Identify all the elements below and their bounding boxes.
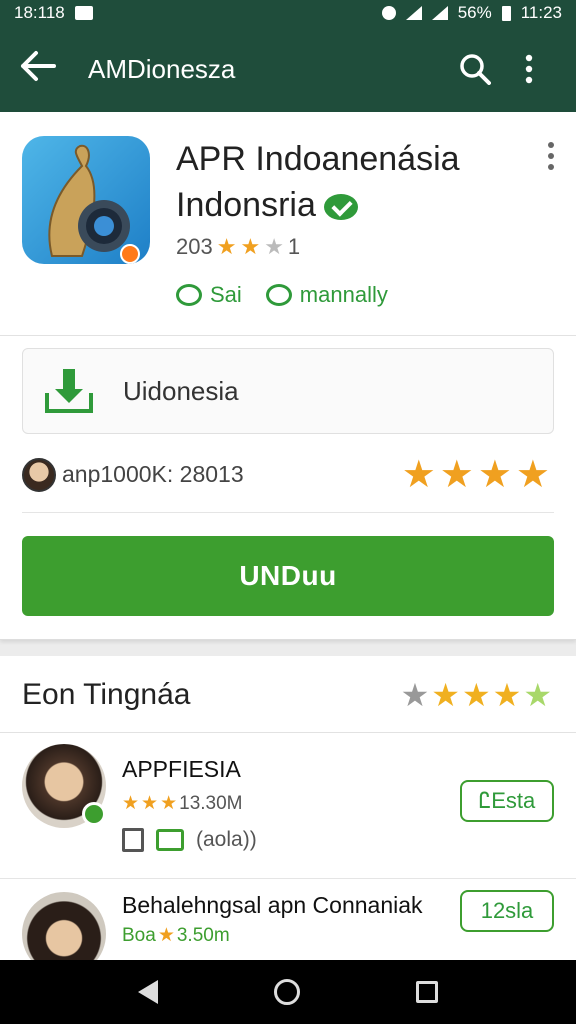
star-icon: ★ <box>240 234 261 259</box>
download-icon <box>45 369 93 413</box>
chip-label: mannally <box>299 282 388 307</box>
app-name: APR Indoanenásia Indonsria <box>176 136 516 228</box>
system-nav-bar <box>0 960 576 1024</box>
chat-bubble-icon <box>176 284 202 306</box>
item-meta-prefix: Boa <box>122 924 156 946</box>
rating-stars: ★★★★ <box>401 454 554 496</box>
item-icons: (aola)) <box>122 828 257 852</box>
star-icon: ★ <box>122 793 140 814</box>
item-action-button[interactable]: ᏝEsta <box>460 780 554 822</box>
verified-badge-icon <box>323 194 358 221</box>
app-bar: AMDionesza <box>0 26 576 112</box>
item-meta: ★ ★ ★ 13.30M <box>122 792 243 815</box>
nav-recents-icon[interactable] <box>416 981 438 1003</box>
divider <box>0 335 576 336</box>
status-time-left: 18:118 <box>14 3 65 22</box>
star-icon: ★ <box>400 677 432 713</box>
meta-row: anp1000K: 28013 ★★★★ <box>22 452 554 497</box>
star-icon: ★ <box>264 234 284 259</box>
nav-home-icon[interactable] <box>274 979 300 1005</box>
star-icon: ★ <box>492 677 524 713</box>
chat-bubble-icon <box>265 284 292 306</box>
app-name-line1: APR Indoanenásia <box>176 140 460 178</box>
app-detail-card: APR Indoanenásia Indonsria 203 ★ ★ ★ 1 S… <box>0 112 576 640</box>
chip-mannally[interactable]: mannally <box>265 282 388 308</box>
section-stars: ★★★★★ <box>401 676 554 714</box>
star-icon: ★ <box>160 793 178 814</box>
rating-row: 203 ★ ★ ★ 1 <box>176 234 300 260</box>
app-name-line2: Indonsria <box>176 186 316 224</box>
arrow-left-icon[interactable] <box>20 50 70 88</box>
divider <box>0 732 576 733</box>
star-icon: ★ <box>157 925 175 946</box>
document-icon <box>122 828 144 852</box>
status-bar: 18:118 56% 11:23 <box>0 0 576 26</box>
more-vert-icon[interactable] <box>502 54 556 84</box>
related-section: Eon Tingnáa ★★★★★ APPFIESIA ★ ★ ★ 13.30M (… <box>0 656 576 976</box>
rating-tail: 1 <box>287 234 301 259</box>
star-icon: ★ <box>461 677 493 713</box>
item-extra: (aola)) <box>196 828 257 851</box>
item-name: APPFIESIA <box>122 756 241 782</box>
card-icon <box>156 829 184 851</box>
chips-row: Sai mannally <box>176 282 388 308</box>
app-icon <box>22 136 150 264</box>
item-meta: Boa ★ 3.50m <box>122 924 230 947</box>
star-icon: ★ <box>141 793 159 814</box>
chip-label: Sai <box>210 282 242 307</box>
notification-icon <box>74 6 93 20</box>
alarm-icon <box>381 6 396 20</box>
signal-icon <box>431 6 448 20</box>
divider <box>0 878 576 879</box>
battery-icon <box>501 5 511 21</box>
item-action-button[interactable]: 12sla <box>460 890 554 932</box>
star-icon: ★ <box>216 234 237 259</box>
app-name-line2-row: Indonsria <box>176 182 516 228</box>
card-more-icon[interactable] <box>548 142 554 170</box>
install-button[interactable]: UNDuu <box>22 536 554 616</box>
wifi-icon <box>405 6 422 20</box>
status-time-right: 11:23 <box>520 3 562 22</box>
downloads-text: anp1000K: 28013 <box>62 461 244 487</box>
item-size: 3.50m <box>176 924 230 946</box>
chip-sai[interactable]: Sai <box>176 282 242 308</box>
list-item[interactable]: APPFIESIA ★ ★ ★ 13.30M (aola)) ᏝEsta <box>22 744 554 854</box>
star-icon: ★ <box>431 677 462 713</box>
search-icon[interactable] <box>448 53 502 85</box>
rating-count: 203 <box>176 234 213 259</box>
item-name: Behalehngsal apn Connaniak <box>122 892 423 918</box>
divider <box>22 512 554 513</box>
avatar <box>22 457 56 492</box>
section-title: Eon Tingnáa <box>22 678 191 711</box>
download-label: Uidonesia <box>123 375 239 406</box>
nav-back-icon[interactable] <box>138 980 158 1004</box>
section-header: Eon Tingnáa ★★★★★ <box>22 676 554 714</box>
star-icon: ★ <box>523 677 554 713</box>
download-option[interactable]: Uidonesia <box>22 348 554 434</box>
item-size: 13.30M <box>179 792 243 814</box>
battery-percent: 56% <box>457 3 492 22</box>
chat-badge-icon <box>82 802 106 826</box>
app-bar-title: AMDionesza <box>88 53 236 84</box>
